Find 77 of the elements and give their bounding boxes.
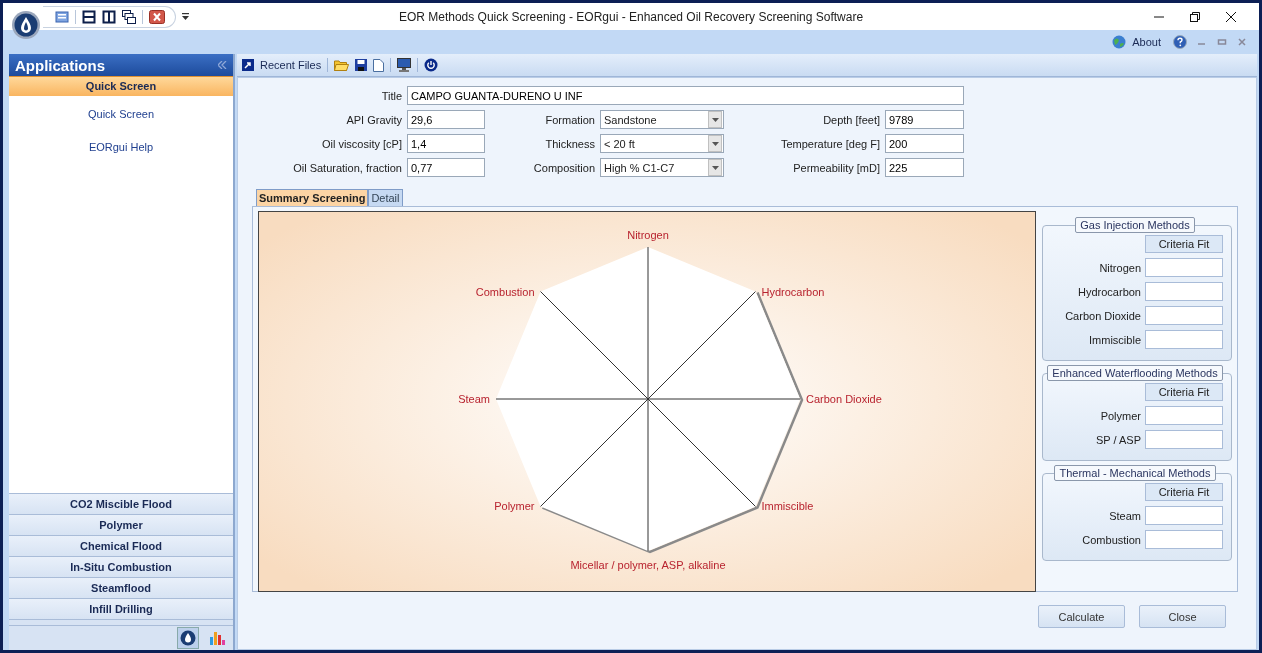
input-field[interactable]: 1,4 [407,134,485,153]
axis-label: Hydrocarbon [761,285,825,298]
input-field[interactable]: 200 [885,134,964,153]
shortcut-icon[interactable] [242,59,254,71]
about-link[interactable]: About [1132,36,1161,48]
sidebar-title: Applications [15,56,105,74]
navigation-button[interactable]: In-Situ Combustion [9,556,233,577]
tab[interactable]: Detail [368,189,403,206]
method-label: Immiscible [1089,333,1141,346]
action-button[interactable]: Close [1139,605,1226,628]
navigation-button[interactable]: Steamflood [9,577,233,598]
window-title: EOR Methods Quick Screening - EORgui - Enhanced Oil Recovery Screening Software [398,9,864,24]
field-label: Oil viscosity [cP] [320,137,402,150]
split-vertical-icon[interactable] [102,9,116,24]
input-field[interactable]: 0,77 [407,158,485,177]
drop-icon[interactable] [177,627,199,649]
group-title: Enhanced Waterflooding Methods [1047,365,1223,381]
cascade-windows-icon[interactable] [122,9,136,24]
monitor-icon[interactable] [397,58,412,72]
tab[interactable]: Summary Screening [256,189,369,206]
close-window-icon[interactable] [149,9,165,24]
column-header: Criteria Fit [1145,483,1223,501]
axis-label: Micellar / polymer, ASP, alkaline [570,559,726,571]
field-label: Title [380,89,402,102]
method-label: Combustion [1082,533,1141,546]
axis-label: Carbon Dioxide [806,393,882,405]
column-header: Criteria Fit [1145,235,1223,253]
axis-label: Polymer [494,500,535,513]
column-header: Criteria Fit [1145,383,1223,401]
navigation-button[interactable]: Polymer [9,514,233,535]
method-label: Carbon Dioxide [1065,309,1141,322]
field-label: Permeability [mD] [792,161,880,174]
field-label: Depth [feet] [822,113,880,126]
help-icon[interactable] [1173,35,1187,49]
axis-label: Nitrogen [627,229,669,241]
restore-icon[interactable] [1189,10,1201,23]
method-label: Polymer [1100,409,1141,422]
axis-label: Immiscible [761,500,814,513]
title-field[interactable]: CAMPO GUANTA-DURENO U INF [407,86,964,105]
input-field[interactable]: 29,6 [407,110,485,129]
new-document-icon[interactable] [373,58,385,72]
globe-icon [1112,35,1127,49]
customize-dropdown-icon[interactable] [182,12,189,21]
method-label: Steam [1109,509,1141,522]
method-label: Nitrogen [1099,261,1141,274]
input-field[interactable]: 225 [885,158,964,177]
open-folder-icon[interactable] [334,59,350,71]
method-label: SP / ASP [1095,433,1141,446]
action-button[interactable]: Calculate [1038,605,1125,628]
sidebar-link[interactable]: Quick Screen [88,108,154,120]
power-icon[interactable] [424,58,439,72]
axis-label: Combustion [475,285,535,298]
sidebar-link[interactable]: EORgui Help [88,141,154,153]
input-field[interactable]: 9789 [885,110,964,129]
collapse-icon[interactable] [218,61,227,69]
dropdown[interactable]: < 20 ft [600,134,724,153]
navigation-button[interactable]: Infill Drilling [9,598,233,619]
field-label: Formation [544,113,595,126]
recent-files-button[interactable]: Recent Files [260,59,322,71]
split-horizontal-icon[interactable] [82,9,96,24]
field-label: API Gravity [345,113,402,126]
pane-header: Quick Screen [9,76,233,96]
dropdown[interactable]: Sandstone [600,110,724,129]
save-icon[interactable] [355,59,368,71]
dropdown[interactable]: High % C1-C7 [600,158,724,177]
navigation-button[interactable]: Chemical Flood [9,535,233,556]
field-label: Oil Saturation, fraction [292,161,402,174]
field-label: Composition [532,161,595,174]
field-label: Temperature [deg F] [779,137,880,150]
close-icon[interactable] [1225,10,1237,23]
group-title: Thermal - Mechanical Methods [1054,465,1216,481]
method-label: Hydrocarbon [1078,285,1141,298]
group-title: Gas Injection Methods [1075,217,1195,233]
window-icon[interactable] [55,9,69,24]
axis-label: Steam [458,393,490,405]
navigation-button[interactable]: CO2 Miscible Flood [9,493,233,514]
field-label: Thickness [544,137,595,150]
